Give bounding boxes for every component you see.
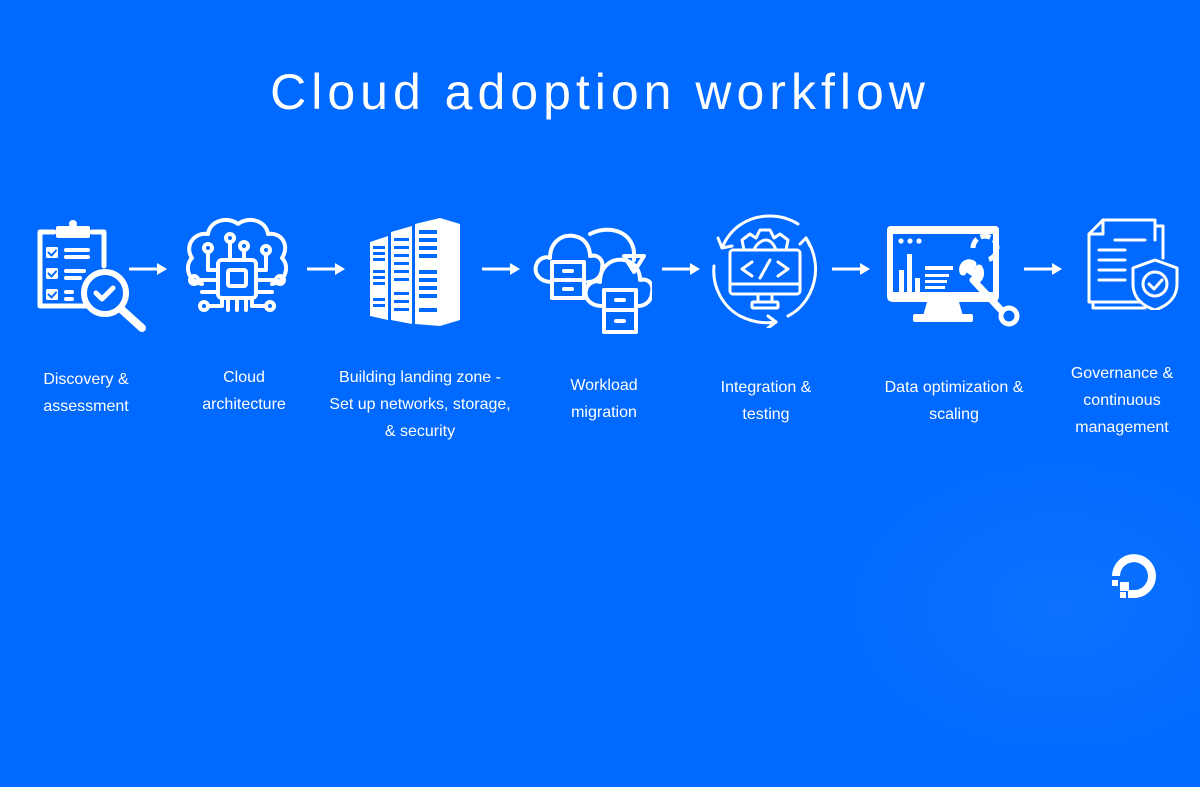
label-line: Cloud — [223, 369, 265, 386]
label-line: & security — [384, 423, 456, 440]
digitalocean-logo-icon — [1106, 548, 1164, 606]
label-line: architecture — [202, 396, 286, 413]
arrow-right-icon — [129, 262, 169, 276]
label-line: Governance & — [1070, 365, 1174, 382]
server-racks-icon — [368, 216, 462, 326]
label-line: migration — [571, 404, 637, 421]
document-shield-check-icon — [1085, 218, 1181, 310]
cloud-migration-icon — [530, 220, 652, 338]
label-line: Data optimization & — [884, 379, 1024, 396]
label-line: Integration & — [720, 379, 812, 396]
step-label-optimization: Data optimization & scaling — [864, 374, 1044, 428]
label-line: management — [1075, 419, 1169, 436]
label-line: Building landing zone - — [339, 369, 501, 386]
step-label-architecture: Cloud architecture — [174, 364, 314, 418]
step-label-governance: Governance & continuous management — [1052, 360, 1192, 441]
code-monitor-gear-cycle-icon — [708, 210, 822, 328]
arrow-right-icon — [662, 262, 702, 276]
label-line: Discovery & — [43, 371, 129, 388]
label-line: testing — [742, 406, 790, 423]
step-label-migration: Workload migration — [534, 372, 674, 426]
label-line: assessment — [43, 398, 129, 415]
label-line: Set up networks, storage, — [329, 396, 511, 413]
step-label-landing-zone: Building landing zone - Set up networks,… — [310, 364, 530, 445]
label-line: scaling — [929, 406, 979, 423]
dashboard-monitor-wrench-icon — [883, 224, 1025, 330]
label-line: Workload — [570, 377, 638, 394]
arrow-right-icon — [307, 262, 347, 276]
arrow-right-icon — [832, 262, 872, 276]
label-line: continuous — [1083, 392, 1161, 409]
arrow-right-icon — [482, 262, 522, 276]
step-label-discovery: Discovery & assessment — [16, 366, 156, 420]
background-glow — [800, 427, 1200, 787]
page-title: Cloud adoption workflow — [270, 64, 930, 120]
arrow-right-icon — [1024, 262, 1064, 276]
step-label-integration: Integration & testing — [696, 374, 836, 428]
cloud-chip-circuit-icon — [182, 214, 292, 318]
